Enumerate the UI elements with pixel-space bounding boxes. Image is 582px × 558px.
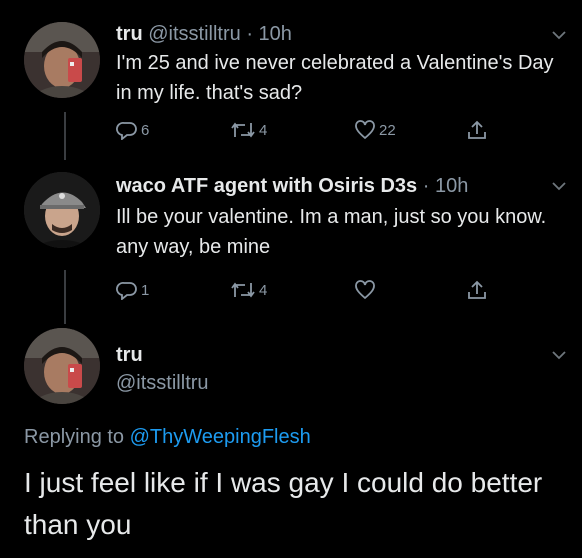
tweet-text: Ill be your valentine. Im a man, just so…	[116, 206, 547, 258]
reply-count: 1	[141, 281, 150, 299]
reply-button[interactable]: 6	[116, 120, 149, 140]
chevron-down-icon[interactable]	[552, 30, 566, 40]
display-name[interactable]: tru	[116, 344, 143, 367]
retweet-button[interactable]: 4	[230, 280, 267, 300]
like-button[interactable]	[354, 280, 379, 300]
avatar[interactable]	[24, 172, 100, 248]
heart-icon	[355, 280, 375, 300]
thread-connector-line	[64, 270, 66, 324]
retweet-icon	[231, 122, 255, 138]
share-button[interactable]	[466, 279, 491, 301]
display-name[interactable]: waco ATF agent with Osiris D3s	[116, 175, 417, 197]
reply-button[interactable]: 1	[116, 280, 149, 300]
replying-label: Replying to	[24, 426, 130, 448]
retweet-count: 4	[259, 121, 268, 139]
retweet-count: 4	[259, 281, 268, 299]
like-button[interactable]: 22	[354, 120, 396, 140]
handle[interactable]: @itsstilltru	[116, 372, 209, 395]
thread-connector-line	[64, 112, 66, 160]
display-name[interactable]: tru	[116, 23, 143, 45]
chevron-down-icon[interactable]	[552, 181, 566, 191]
avatar[interactable]	[24, 328, 100, 404]
tweet-text: I'm 25 and ive never celebrated a Valent…	[116, 52, 554, 104]
replying-to: Replying to @ThyWeepingFlesh	[24, 426, 311, 449]
handle[interactable]: @itsstilltru	[148, 23, 241, 45]
share-button[interactable]	[466, 119, 491, 141]
mention-link[interactable]: @ThyWeepingFlesh	[130, 426, 311, 448]
heart-icon	[355, 120, 375, 140]
tweet-text: I just feel like if I was gay I could do…	[24, 467, 543, 540]
avatar[interactable]	[24, 22, 100, 98]
reply-count: 6	[141, 121, 150, 139]
timestamp[interactable]: · 10h	[246, 23, 292, 45]
share-icon	[468, 120, 486, 139]
share-icon	[468, 280, 486, 299]
reply-icon	[116, 282, 137, 300]
retweet-icon	[231, 282, 255, 298]
tweet-header: tru @itsstilltru · 10h	[116, 22, 292, 46]
chevron-down-icon[interactable]	[552, 350, 566, 360]
timestamp[interactable]: · 10h	[423, 175, 469, 197]
retweet-button[interactable]: 4	[230, 120, 267, 140]
tweet-header: waco ATF agent with Osiris D3s · 10h	[116, 174, 468, 198]
like-count: 22	[379, 121, 396, 139]
reply-icon	[116, 122, 137, 140]
